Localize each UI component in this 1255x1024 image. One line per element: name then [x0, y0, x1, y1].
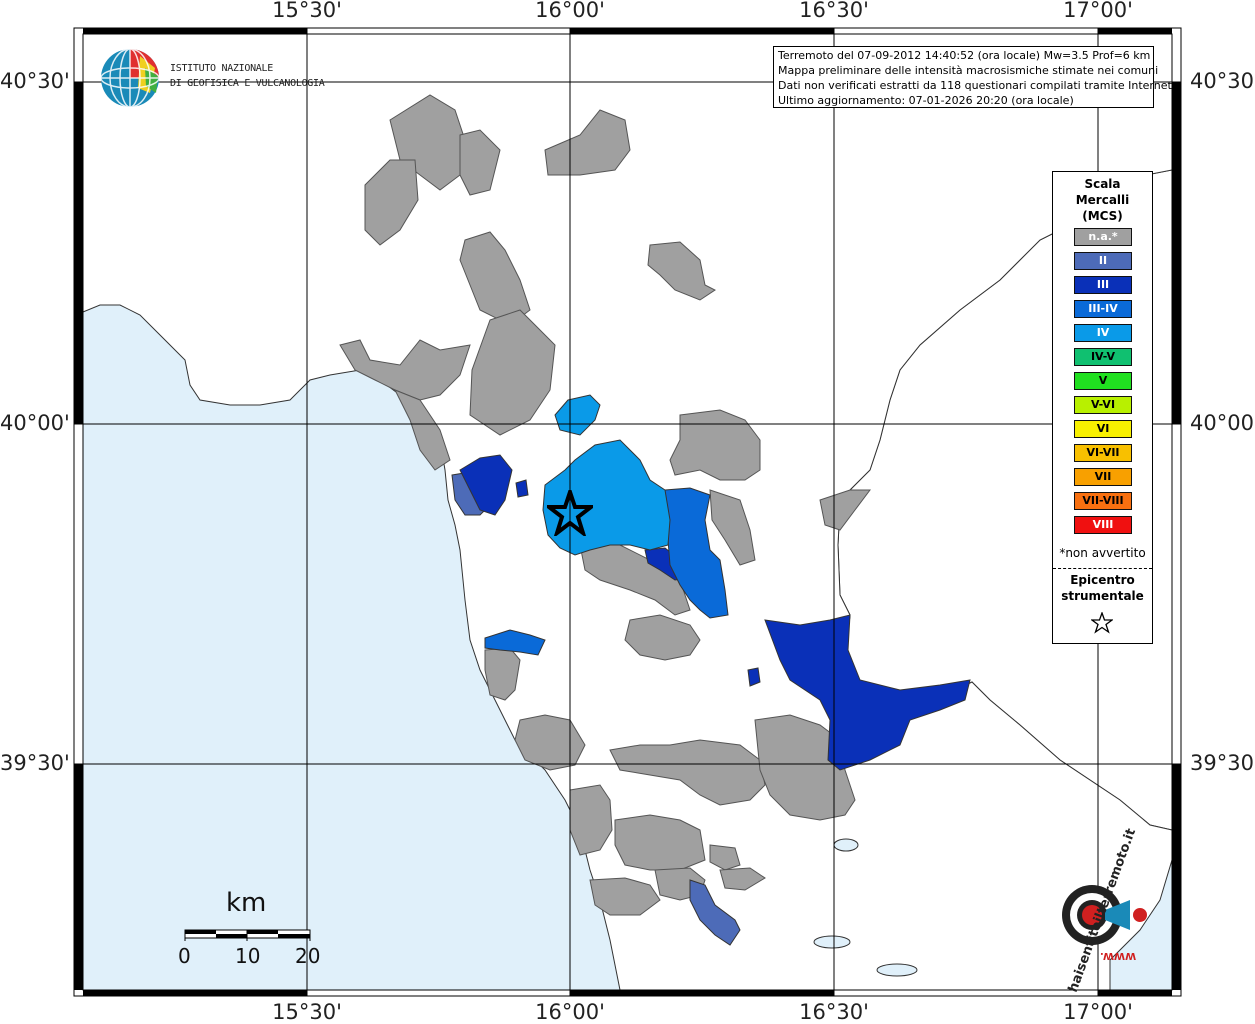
lat-label-right-4000: 40°00' [1190, 411, 1255, 435]
hsit-url-text: WWW. [1100, 950, 1137, 961]
island [813, 935, 851, 949]
scalebar-tick-0: 0 [178, 944, 191, 968]
legend-swatch: III-IV [1074, 300, 1132, 318]
lon-label-top-1530: 15°30' [272, 0, 342, 22]
lon-label-bottom-1530: 15°30' [272, 1000, 342, 1024]
event-info-line1: Terremoto del 07-09-2012 14:40:52 (ora l… [778, 49, 1151, 62]
legend-footnote: *non avvertito [1059, 546, 1146, 560]
lat-label-right-3930: 39°30' [1190, 751, 1255, 775]
event-info-line2: Mappa preliminare delle intensità macros… [778, 64, 1159, 77]
epicenter-star-icon [547, 490, 593, 536]
island [833, 838, 859, 852]
scalebar-tick-20: 20 [295, 944, 321, 968]
intensity-legend: Scala Mercalli (MCS) n.a.* II III III-IV IV I… [1052, 171, 1153, 644]
lon-label-top-1630: 16°30' [799, 0, 869, 22]
legend-title-line2: Mercalli [1075, 193, 1130, 207]
scalebar-tick-10: 10 [235, 944, 261, 968]
legend-swatch: VI-VII [1074, 444, 1132, 462]
event-info-box: Terremoto del 07-09-2012 14:40:52 (ora l… [773, 46, 1176, 108]
legend-divider [1053, 568, 1152, 569]
legend-swatch: VI [1074, 420, 1132, 438]
institute-logo: ISTITUTO NAZIONALE DI GEOFISICA E VULCAN… [100, 48, 325, 110]
lon-label-top-1600: 16°00' [535, 0, 605, 22]
star-outline-icon [1091, 612, 1113, 634]
legend-swatch: II [1074, 252, 1132, 270]
legend-swatch: IV-V [1074, 348, 1132, 366]
legend-swatch: VII [1074, 468, 1132, 486]
legend-title-line3: (MCS) [1082, 209, 1123, 223]
legend-swatch: III [1074, 276, 1132, 294]
legend-swatch: VII-VIII [1074, 492, 1132, 510]
legend-swatch: V [1074, 372, 1132, 390]
event-info-line4: Ultimo aggiornamento: 07-01-2026 20:20 (… [778, 94, 1074, 107]
legend-swatch: IV [1074, 324, 1132, 342]
legend-swatch: n.a.* [1074, 228, 1132, 246]
legend-swatch: VIII [1074, 516, 1132, 534]
event-info-line3: Dati non verificati estratti da 118 ques… [778, 79, 1176, 92]
legend-title-line1: Scala [1084, 177, 1121, 191]
ingv-globe-logo [100, 48, 160, 108]
lat-label-right-4030: 40°30' [1190, 69, 1255, 93]
lon-label-bottom-1630: 16°30' [799, 1000, 869, 1024]
legend-epicenter-line1: Epicentro [1070, 573, 1135, 587]
institute-name-line2: DI GEOFISICA E VULCANOLOGIA [170, 78, 325, 89]
lat-label-left-4000: 40°00' [0, 411, 70, 435]
municipality-intensity-III [515, 479, 529, 498]
lat-label-left-3930: 39°30' [0, 751, 70, 775]
lon-label-bottom-1600: 16°00' [535, 1000, 605, 1024]
institute-name-line1: ISTITUTO NAZIONALE [170, 63, 273, 74]
scalebar-unit: km [226, 888, 267, 918]
legend-swatch: V-VI [1074, 396, 1132, 414]
lon-label-bottom-1700: 17°00' [1063, 1000, 1133, 1024]
lon-label-top-1700: 17°00' [1063, 0, 1133, 22]
island [876, 963, 918, 977]
lat-label-left-4030: 40°30' [0, 69, 70, 93]
hsit-logo: haisentitoilterremoto.it WWW. [1030, 827, 1160, 994]
legend-epicenter-line2: strumentale [1061, 589, 1144, 603]
scalebar [184, 929, 311, 941]
